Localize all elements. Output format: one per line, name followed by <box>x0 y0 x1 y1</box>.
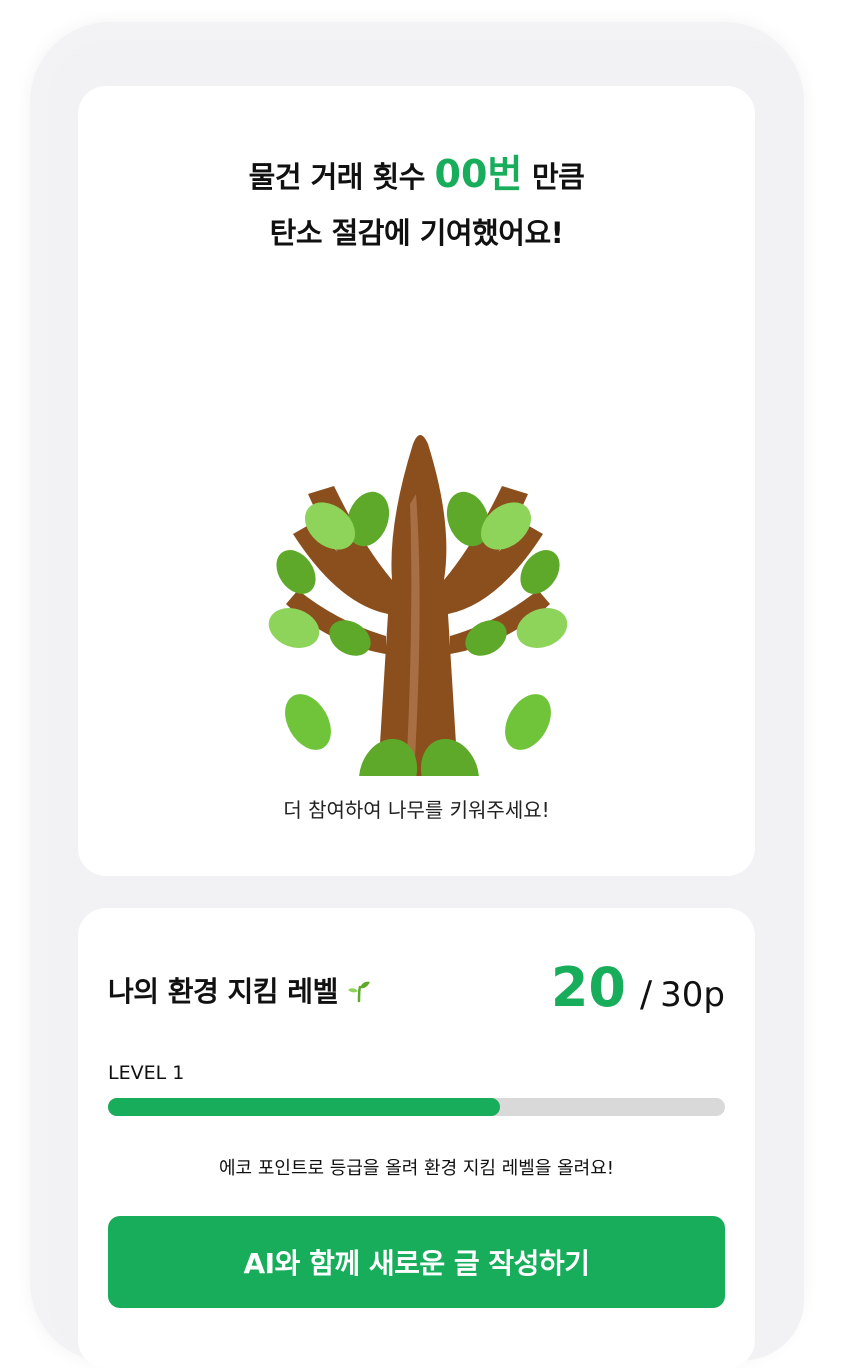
level-progress-fill <box>108 1098 500 1116</box>
tree-icon <box>238 404 598 810</box>
tree-caption: 더 참여하여 나무를 키워주세요! <box>283 798 550 822</box>
level-title-text: 나의 환경 지킴 레벨 <box>108 975 338 1008</box>
eco-points: 20 / 30p <box>551 956 725 1019</box>
level-caption: 에코 포인트로 등급을 올려 환경 지킴 레벨을 올려요! <box>218 1158 615 1179</box>
level-card: 나의 환경 지킴 레벨 20 / 30p LEVEL 1 에코 포인트로 등급을… <box>78 908 755 1368</box>
level-label: LEVEL 1 <box>108 1062 185 1084</box>
carbon-card: 물건 거래 횟수 00번 만큼 탄소 절감에 기여했어요! 더 참여하여 나무를… <box>78 86 755 876</box>
write-with-ai-button[interactable]: AI와 함께 새로운 글 작성하기 <box>108 1216 725 1308</box>
carbon-headline: 물건 거래 횟수 00번 만큼 탄소 절감에 기여했어요! <box>78 146 755 261</box>
headline-suffix: 만큼 <box>531 160 585 194</box>
sprout-icon <box>347 981 370 1003</box>
points-current: 20 <box>550 956 626 1019</box>
trade-count: 00번 <box>434 152 523 196</box>
headline-line2: 탄소 절감에 기여했어요! <box>269 216 564 250</box>
level-progress-bar <box>108 1098 725 1116</box>
points-goal: 30p <box>660 975 725 1015</box>
level-title: 나의 환경 지킴 레벨 <box>108 970 372 1010</box>
headline-prefix: 물건 거래 횟수 <box>248 160 426 194</box>
points-separator: / <box>640 974 653 1015</box>
